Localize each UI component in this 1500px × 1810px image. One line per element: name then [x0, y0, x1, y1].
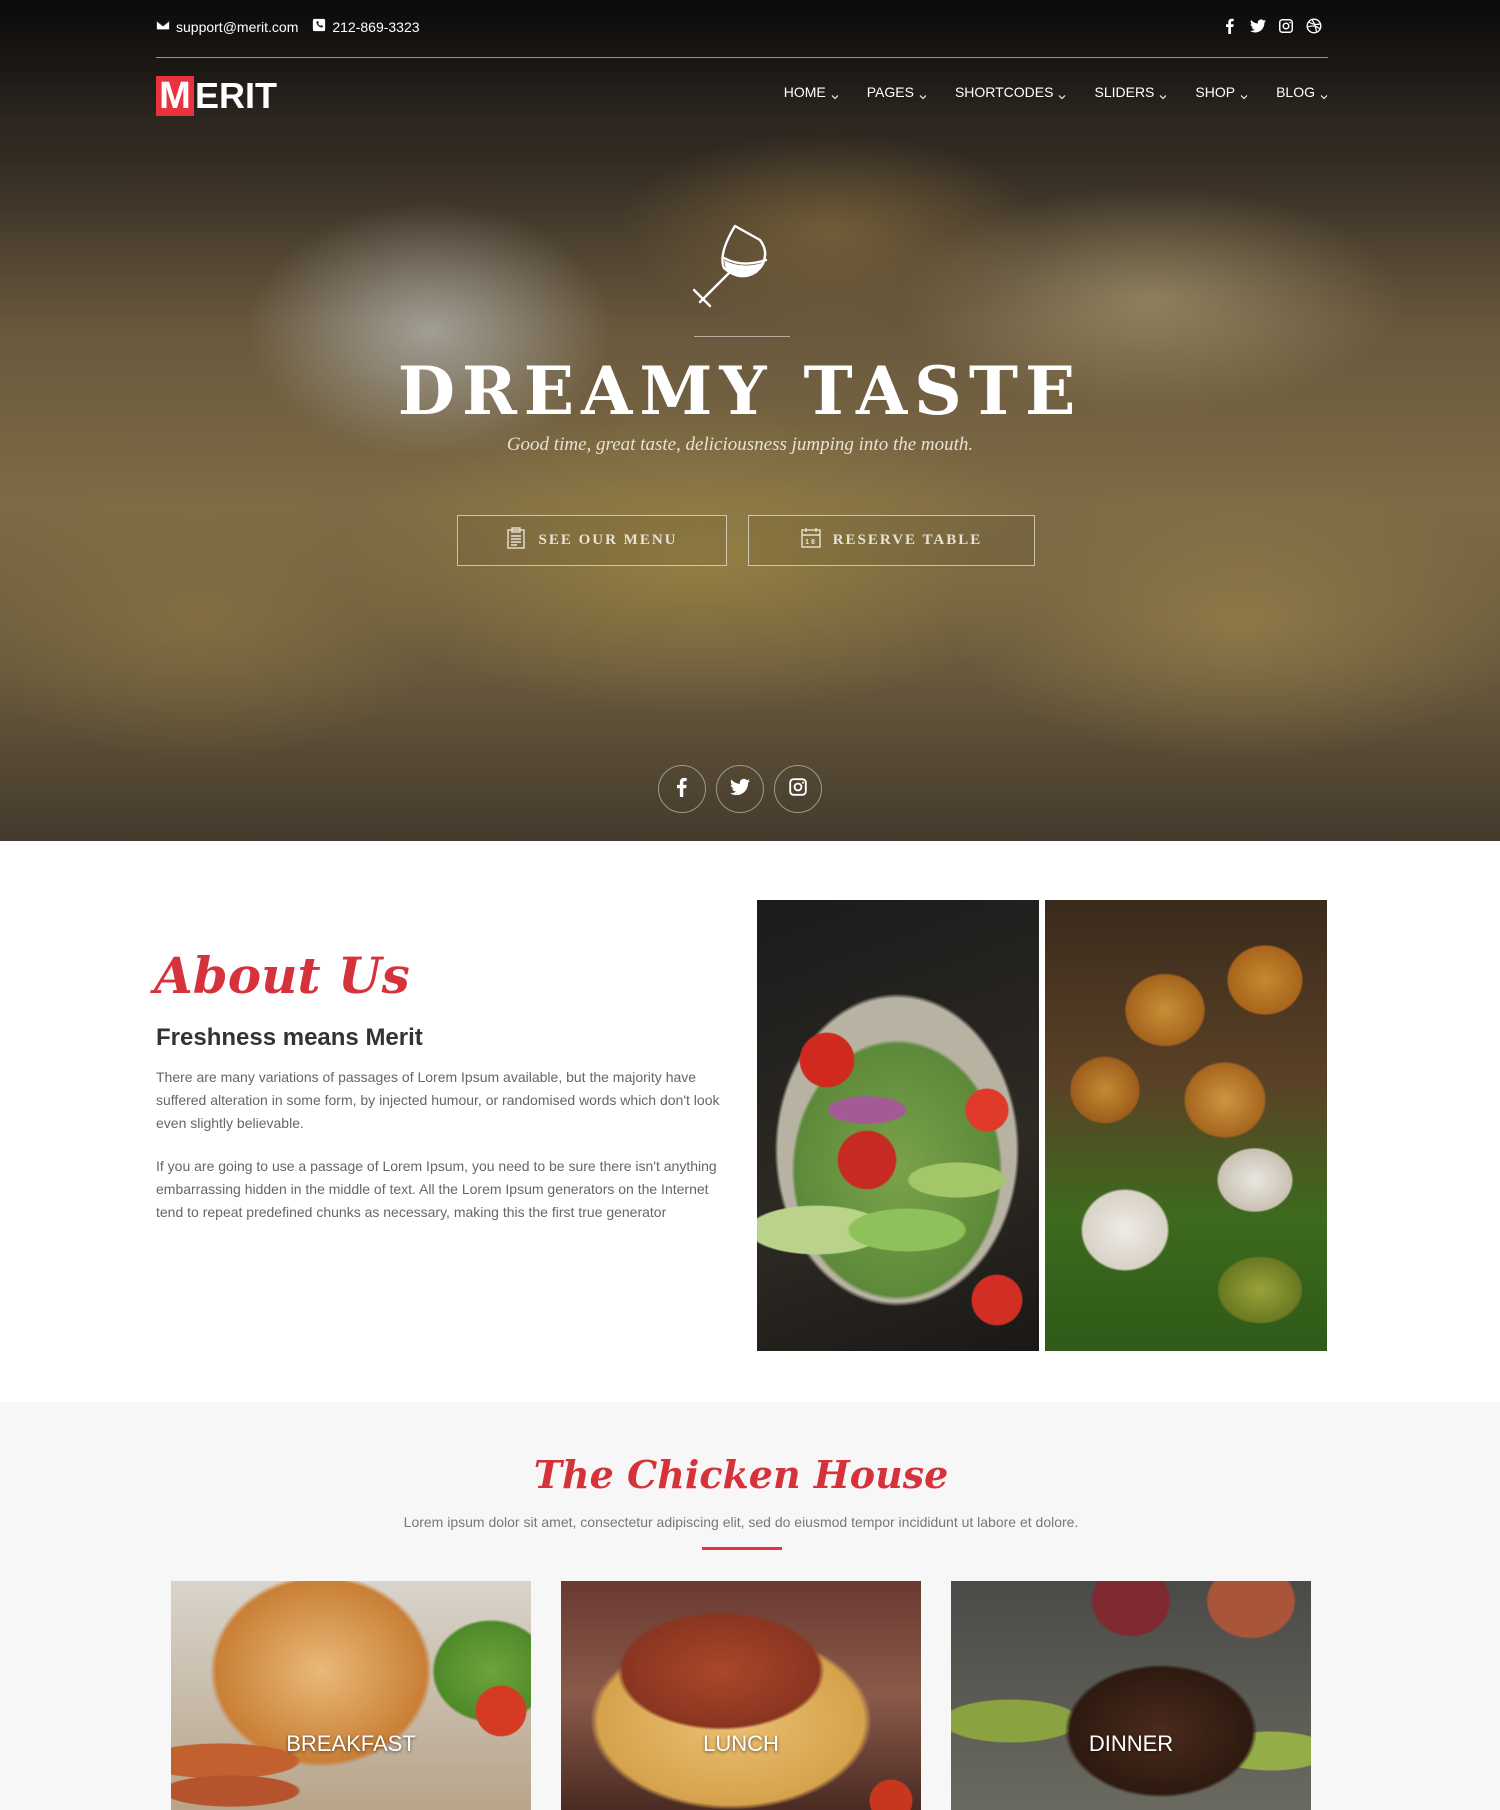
instagram-icon: [788, 777, 808, 802]
instagram-button[interactable]: [774, 765, 822, 813]
main-nav: HOME PAGES SHORTCODES SLIDERS SHOP BLOG: [784, 84, 1328, 100]
contact-info: support@merit.com 212-869-3323: [156, 18, 420, 35]
facebook-button[interactable]: [658, 765, 706, 813]
dinner-card[interactable]: DINNER: [951, 1581, 1311, 1810]
nav-label: SHOP: [1195, 84, 1236, 100]
hero-title: DREAMY TASTE: [397, 352, 1083, 430]
nav-shortcodes[interactable]: SHORTCODES: [955, 84, 1067, 100]
idli-vada-image: [1045, 900, 1327, 1351]
wine-glass-icon: [690, 218, 782, 308]
phone-icon: [312, 18, 326, 35]
nav-home[interactable]: HOME: [784, 84, 839, 100]
hero-divider: [694, 336, 790, 337]
email-contact[interactable]: support@merit.com: [156, 18, 298, 35]
chevron-down-icon: [1058, 88, 1066, 100]
facebook-icon: [672, 777, 692, 802]
site-logo[interactable]: M ERIT: [156, 75, 278, 116]
hero-subtitle: Good time, great taste, deliciousness ju…: [506, 434, 974, 455]
about-paragraph-1: There are many variations of passages of…: [156, 1069, 720, 1131]
reserve-table-button[interactable]: 18 RESERVE TABLE: [748, 515, 1035, 566]
nav-label: HOME: [783, 84, 826, 100]
email-text[interactable]: support@merit.com: [176, 19, 298, 35]
card-label: DINNER: [1088, 1731, 1174, 1756]
phone-contact[interactable]: 212-869-3323: [312, 18, 420, 35]
card-label: LUNCH: [703, 1731, 779, 1756]
breakfast-card[interactable]: BREAKFAST: [171, 1581, 531, 1810]
twitter-icon: [730, 777, 750, 802]
envelope-icon: [156, 18, 170, 35]
clipboard-icon: [506, 527, 526, 554]
nav-blog[interactable]: BLOG: [1276, 84, 1328, 100]
section-divider: [702, 1547, 782, 1550]
nav-shop[interactable]: SHOP: [1195, 84, 1248, 100]
chevron-down-icon: [831, 88, 839, 100]
chicken-house-subtitle: Lorem ipsum dolor sit amet, consectetur …: [403, 1514, 1079, 1530]
svg-text:18: 18: [805, 539, 817, 546]
nav-label: SLIDERS: [1094, 84, 1155, 100]
facebook-icon[interactable]: [1222, 18, 1238, 34]
nav-pages[interactable]: PAGES: [867, 84, 927, 100]
nav-label: BLOG: [1276, 84, 1315, 100]
twitter-icon[interactable]: [1250, 18, 1266, 34]
nav-label: PAGES: [866, 84, 914, 100]
instagram-icon[interactable]: [1278, 18, 1294, 34]
hero-social-links: [658, 765, 822, 813]
card-label: BREAKFAST: [286, 1731, 416, 1756]
phone-text[interactable]: 212-869-3323: [332, 19, 419, 35]
top-social-links: [1222, 18, 1322, 34]
calendar-icon: 18: [801, 527, 821, 554]
chicken-house-title: The Chicken House: [533, 1452, 949, 1497]
chevron-down-icon: [1159, 88, 1167, 100]
nav-sliders[interactable]: SLIDERS: [1094, 84, 1167, 100]
logo-mark: M: [156, 76, 194, 116]
see-menu-button[interactable]: SEE OUR MENU: [457, 515, 727, 566]
hero-section: support@merit.com 212-869-3323 M ERIT HO…: [0, 0, 1500, 841]
about-paragraph-2: If you are going to use a passage of Lor…: [156, 1158, 717, 1220]
twitter-button[interactable]: [716, 765, 764, 813]
logo-text: ERIT: [195, 75, 278, 116]
button-label: RESERVE TABLE: [832, 532, 983, 548]
about-script-title: About Us: [154, 946, 410, 1005]
chevron-down-icon: [919, 88, 927, 100]
chevron-down-icon: [1320, 88, 1328, 100]
about-heading: Freshness means Merit: [156, 1024, 423, 1051]
button-label: SEE OUR MENU: [538, 532, 678, 548]
dribbble-icon[interactable]: [1306, 18, 1322, 34]
lunch-card[interactable]: LUNCH: [561, 1581, 921, 1810]
nav-label: SHORTCODES: [954, 84, 1054, 100]
salad-image: [757, 900, 1039, 1351]
chevron-down-icon: [1240, 88, 1248, 100]
top-bar: support@merit.com 212-869-3323: [156, 18, 1328, 58]
